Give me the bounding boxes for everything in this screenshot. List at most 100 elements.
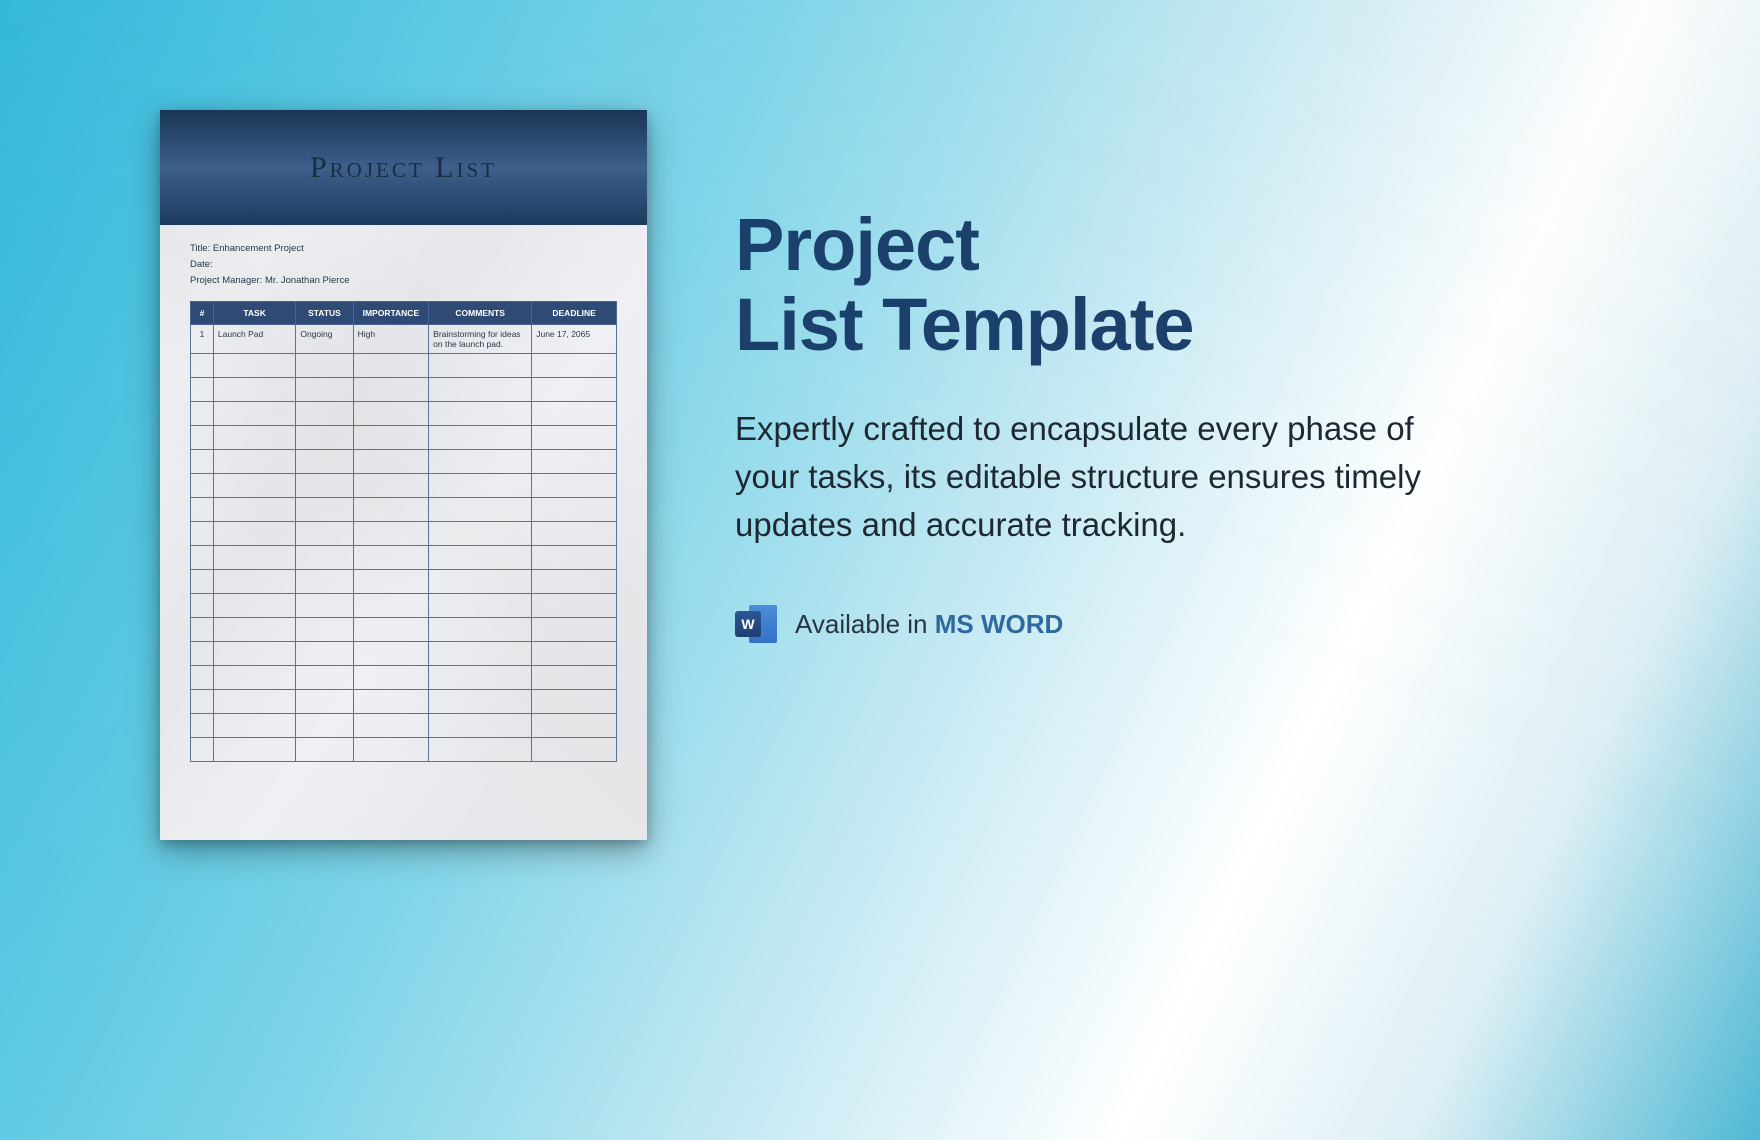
cell-comments [429, 738, 532, 762]
cell-task [213, 402, 295, 426]
cell-comments [429, 666, 532, 690]
cell-deadline [532, 474, 617, 498]
cell-importance [353, 642, 429, 666]
cell-deadline [532, 498, 617, 522]
cell-deadline [532, 714, 617, 738]
table-row [191, 426, 617, 450]
cell-deadline [532, 402, 617, 426]
cell-status [296, 402, 353, 426]
table-row [191, 594, 617, 618]
cell-task [213, 498, 295, 522]
document-header: Project List [160, 110, 647, 225]
cell-status [296, 546, 353, 570]
table-row [191, 546, 617, 570]
header-num: # [191, 302, 214, 325]
document-preview: Project List Title: Enhancement Project … [160, 110, 647, 840]
table-header-row: # TASK STATUS IMPORTANCE COMMENTS DEADLI… [191, 302, 617, 325]
cell-deadline: June 17, 2065 [532, 325, 617, 354]
meta-title-row: Title: Enhancement Project [190, 241, 617, 257]
cell-num [191, 690, 214, 714]
cell-comments [429, 714, 532, 738]
cell-importance: High [353, 325, 429, 354]
availability-row: W Available in MS WORD [735, 603, 1635, 645]
table-row [191, 570, 617, 594]
cell-deadline [532, 546, 617, 570]
cell-importance [353, 546, 429, 570]
cell-task [213, 474, 295, 498]
cell-num [191, 738, 214, 762]
cell-task [213, 450, 295, 474]
cell-task [213, 714, 295, 738]
cell-importance [353, 570, 429, 594]
cell-status [296, 642, 353, 666]
cell-task [213, 426, 295, 450]
cell-deadline [532, 666, 617, 690]
meta-manager-value: Mr. Jonathan Pierce [265, 275, 350, 286]
cell-importance [353, 378, 429, 402]
header-deadline: DEADLINE [532, 302, 617, 325]
cell-num [191, 546, 214, 570]
cell-task [213, 594, 295, 618]
meta-title-label: Title: [190, 243, 210, 254]
promo-title-line1: Project [735, 205, 1635, 285]
main-container: Project List Title: Enhancement Project … [0, 0, 1760, 1140]
cell-comments [429, 690, 532, 714]
cell-status [296, 714, 353, 738]
cell-task [213, 666, 295, 690]
table-row [191, 714, 617, 738]
cell-status [296, 570, 353, 594]
cell-status [296, 690, 353, 714]
cell-comments [429, 474, 532, 498]
cell-num [191, 594, 214, 618]
cell-importance [353, 690, 429, 714]
cell-status [296, 666, 353, 690]
meta-date-label: Date: [190, 259, 213, 270]
document-title: Project List [310, 151, 497, 185]
table-row [191, 666, 617, 690]
cell-importance [353, 498, 429, 522]
promo-description: Expertly crafted to encapsulate every ph… [735, 405, 1485, 549]
table-row [191, 738, 617, 762]
cell-deadline [532, 690, 617, 714]
header-comments: COMMENTS [429, 302, 532, 325]
header-importance: IMPORTANCE [353, 302, 429, 325]
cell-task [213, 378, 295, 402]
cell-status: Ongoing [296, 325, 353, 354]
cell-task [213, 354, 295, 378]
cell-deadline [532, 570, 617, 594]
cell-comments [429, 378, 532, 402]
cell-importance [353, 618, 429, 642]
cell-deadline [532, 618, 617, 642]
cell-comments [429, 546, 532, 570]
cell-num [191, 426, 214, 450]
cell-deadline [532, 354, 617, 378]
cell-comments [429, 570, 532, 594]
cell-num [191, 714, 214, 738]
table-row [191, 690, 617, 714]
cell-task [213, 642, 295, 666]
cell-comments [429, 618, 532, 642]
cell-status [296, 738, 353, 762]
project-table: # TASK STATUS IMPORTANCE COMMENTS DEADLI… [190, 301, 617, 762]
cell-num [191, 354, 214, 378]
availability-text: Available in MS WORD [795, 609, 1063, 640]
cell-num [191, 474, 214, 498]
cell-status [296, 426, 353, 450]
table-row [191, 474, 617, 498]
cell-comments [429, 594, 532, 618]
msword-icon-front: W [735, 611, 761, 637]
cell-status [296, 522, 353, 546]
cell-task: Launch Pad [213, 325, 295, 354]
cell-num [191, 498, 214, 522]
table-row [191, 402, 617, 426]
cell-importance [353, 522, 429, 546]
cell-deadline [532, 426, 617, 450]
cell-comments [429, 450, 532, 474]
cell-num [191, 522, 214, 546]
meta-title-value: Enhancement Project [213, 243, 304, 254]
cell-num [191, 642, 214, 666]
cell-comments [429, 642, 532, 666]
meta-manager-row: Project Manager: Mr. Jonathan Pierce [190, 273, 617, 289]
table-row [191, 618, 617, 642]
cell-deadline [532, 738, 617, 762]
